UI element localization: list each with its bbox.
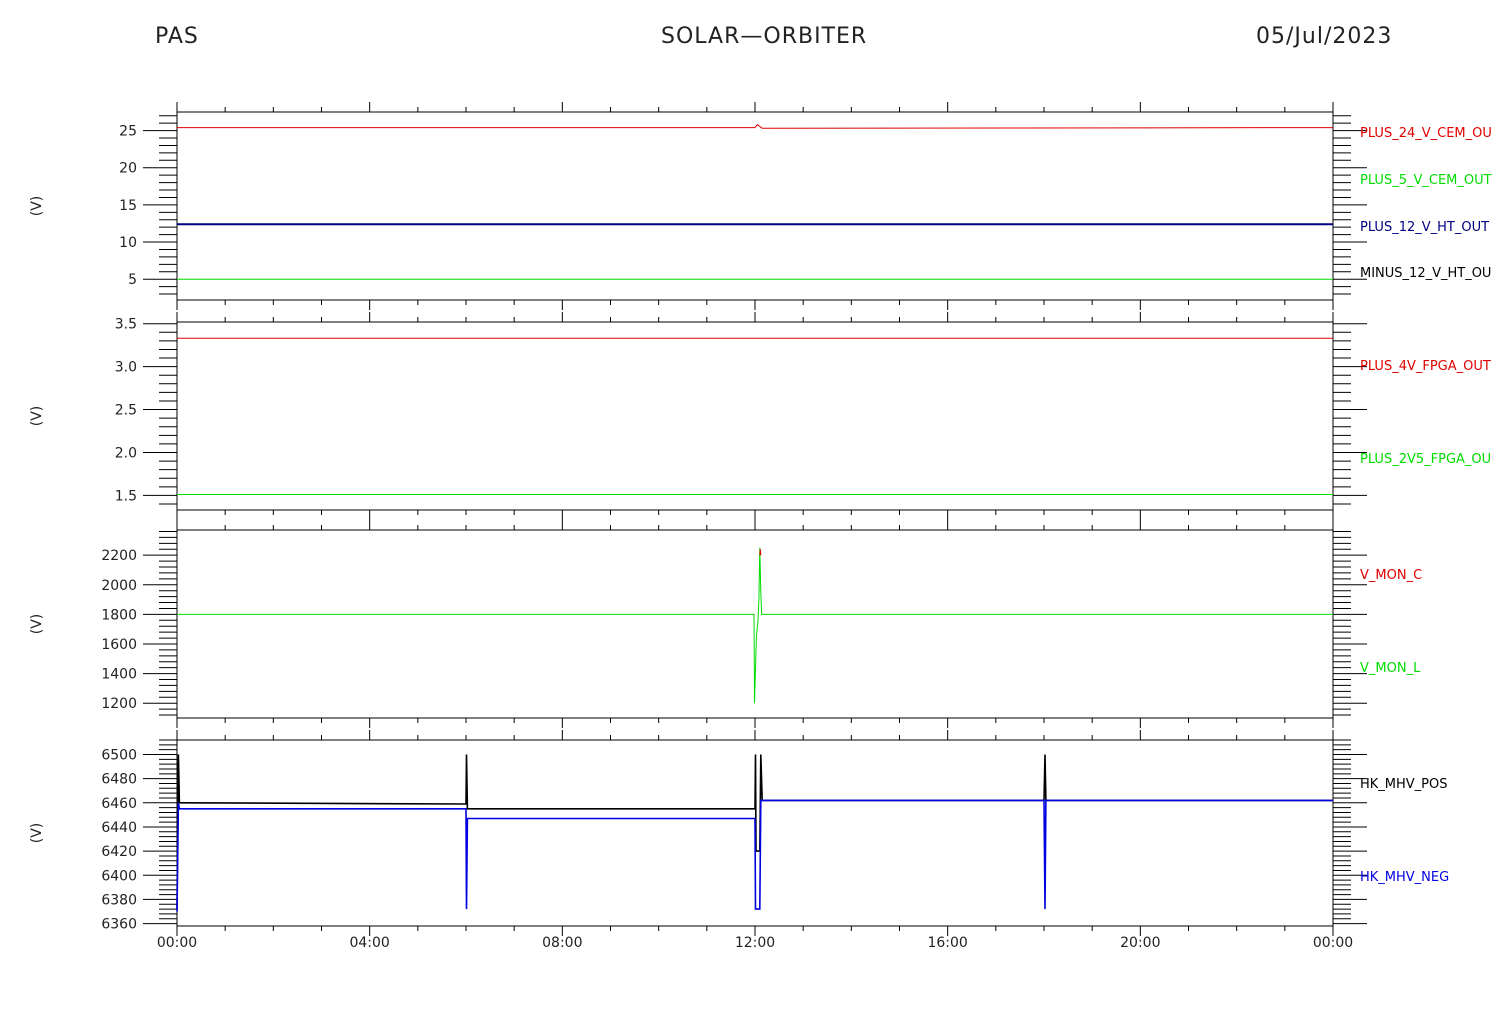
y-tick-label-1: 2.0 <box>115 445 137 461</box>
y-tick-label-2: 1600 <box>101 637 137 653</box>
x-tick-label: 04:00 <box>349 935 389 951</box>
y-tick-label-3: 6420 <box>101 844 137 860</box>
y-tick-label-3: 6380 <box>101 892 137 908</box>
legend-label-PLUS_2V5_FPGA_OU: PLUS_2V5_FPGA_OU <box>1360 452 1491 467</box>
y-axis-label-3: (V) <box>29 823 45 844</box>
y-tick-label-0: 5 <box>128 272 137 288</box>
series-line-V_MON_C <box>759 549 762 556</box>
plot-frame-0 <box>176 111 1334 301</box>
x-tick-label: 16:00 <box>927 935 967 951</box>
legend-label-PLUS_5_V_CEM_OUT: PLUS_5_V_CEM_OUT <box>1360 173 1492 188</box>
y-tick-label-3: 6360 <box>101 917 137 933</box>
x-tick-label: 08:00 <box>542 935 582 951</box>
y-tick-label-0: 20 <box>119 161 137 177</box>
y-axis-label-1: (V) <box>29 406 45 427</box>
y-tick-label-2: 1400 <box>101 667 137 683</box>
y-tick-label-1: 3.5 <box>115 317 137 333</box>
y-tick-label-2: 1800 <box>101 607 137 623</box>
legend-label-PLUS_12_V_HT_OUT: PLUS_12_V_HT_OUT <box>1360 220 1489 235</box>
legend-label-PLUS_24_V_CEM_OU: PLUS_24_V_CEM_OU <box>1360 126 1492 141</box>
plot-frame-1 <box>176 321 1334 511</box>
y-tick-label-3: 6400 <box>101 868 137 884</box>
legend-label-PLUS_4V_FPGA_OUT: PLUS_4V_FPGA_OUT <box>1360 359 1491 374</box>
y-tick-label-1: 1.5 <box>115 488 137 504</box>
y-tick-label-2: 2000 <box>101 578 137 594</box>
x-tick-label: 00:00 <box>157 935 197 951</box>
y-axis-label-0: (V) <box>29 196 45 217</box>
y-tick-label-0: 25 <box>119 124 137 140</box>
y-tick-label-0: 15 <box>119 198 137 214</box>
y-tick-label-1: 2.5 <box>115 403 137 419</box>
legend-label-HK_MHV_NEG: HK_MHV_NEG <box>1360 870 1449 885</box>
x-tick-label: 12:00 <box>735 935 775 951</box>
legend-label-HK_MHV_POS: HK_MHV_POS <box>1360 777 1448 792</box>
y-tick-label-1: 3.0 <box>115 360 137 376</box>
y-tick-label-2: 2200 <box>101 548 137 564</box>
housekeeping-plots: 5 10 15 20 25 (V) PLUS_24_V_CEM_OU PLUS_5_V_CEM… <box>29 102 1492 951</box>
series-line-V_MON_L <box>177 547 1333 704</box>
series-line-PLUS_24_V_CEM_OU <box>177 123 1334 129</box>
y-tick-label-2: 1200 <box>101 696 137 712</box>
y-tick-label-3: 6480 <box>101 772 137 788</box>
y-tick-label-3: 6500 <box>101 747 137 763</box>
legend-label-V_MON_L: V_MON_L <box>1360 661 1421 676</box>
y-tick-label-0: 10 <box>119 235 137 251</box>
y-tick-label-3: 6440 <box>101 820 137 836</box>
legend-label-V_MON_C: V_MON_C <box>1360 568 1422 583</box>
x-tick-label: 00:00 <box>1313 935 1353 951</box>
series-line-HK_MHV_NEG <box>176 799 1333 912</box>
legend-label-MINUS_12_V_HT_OU: MINUS_12_V_HT_OU <box>1360 266 1491 281</box>
y-tick-label-3: 6460 <box>101 796 137 812</box>
x-tick-label: 20:00 <box>1120 935 1160 951</box>
y-axis-label-2: (V) <box>29 614 45 635</box>
